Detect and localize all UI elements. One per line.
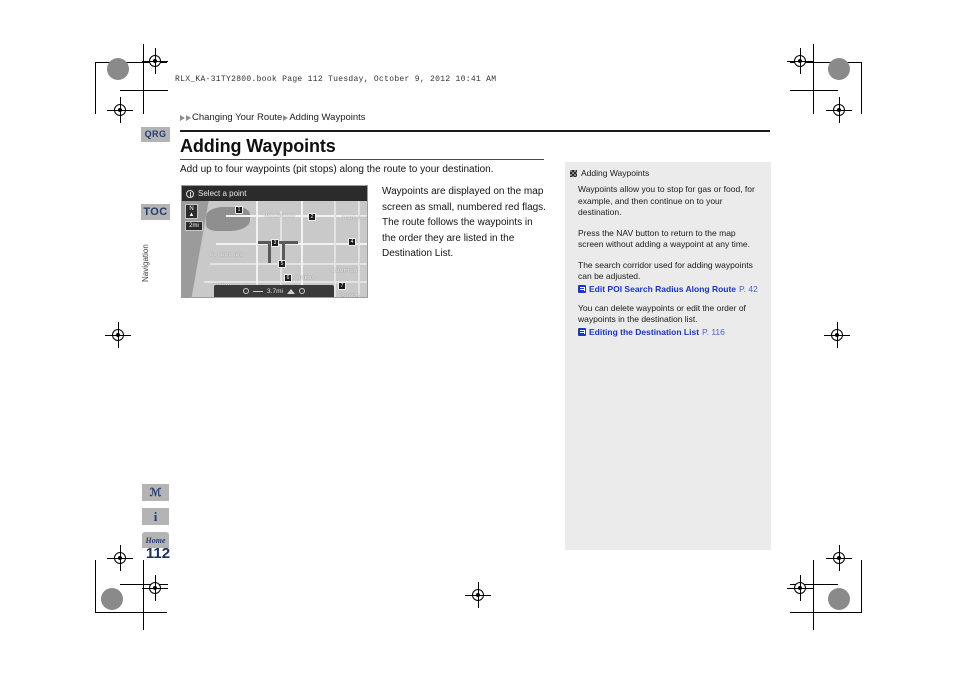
link-label[interactable]: Editing the Destination List: [589, 327, 699, 337]
map-label: INGLEWOOD: [264, 213, 296, 218]
link-page-ref[interactable]: P. 116: [702, 327, 725, 337]
destination-icon: [243, 288, 250, 294]
map-canvas: EL SEGUNDO HERMOSA BEACH COMPTON GARDENA…: [182, 201, 367, 297]
map-title-bar: Select a point: [182, 186, 367, 201]
side-note-paragraph: Press the NAV button to return to the ma…: [578, 227, 750, 250]
park-area: [206, 207, 250, 231]
registration-mark: [105, 322, 131, 348]
cross-reference-link-edit-poi-search-radius[interactable]: Edit POI Search Radius Along Route P. 42: [578, 284, 763, 294]
registration-dot: [828, 588, 850, 610]
crop-line: [120, 90, 168, 91]
road-vertical: [301, 201, 303, 297]
registration-dot: [828, 58, 850, 80]
sidebar-tab-toc[interactable]: TOC: [141, 204, 170, 220]
registration-mark: [826, 97, 852, 123]
side-note-heading: Adding Waypoints: [570, 168, 763, 178]
compass-icon[interactable]: N ▲: [185, 204, 198, 219]
crop-line: [861, 62, 862, 114]
registration-mark: [142, 575, 168, 601]
side-note-panel: Adding Waypoints Waypoints allow you to …: [565, 162, 771, 550]
title-rule-top: [180, 130, 770, 132]
breadcrumb: Changing Your Route Adding Waypoints: [180, 112, 367, 123]
registration-mark: [826, 545, 852, 571]
registration-dot: [101, 588, 123, 610]
crop-line: [813, 44, 814, 114]
remaining-distance: 3.7mi: [267, 287, 283, 295]
registration-mark: [824, 322, 850, 348]
map-label: CARSON: [338, 293, 360, 298]
sidebar-tab-qrg[interactable]: QRG: [141, 127, 170, 142]
breadcrumb-item-changing-your-route[interactable]: Changing Your Route: [192, 112, 282, 123]
registration-mark: [107, 545, 133, 571]
registration-mark: [787, 48, 813, 74]
title-rule-bottom: [180, 159, 544, 160]
crop-line: [861, 560, 862, 612]
map-title-label: Select a point: [198, 189, 247, 198]
crop-line: [95, 62, 96, 114]
clock-icon: [186, 189, 194, 198]
waypoint-marker[interactable]: 3: [271, 239, 279, 247]
crop-line: [790, 90, 838, 91]
map-label: TORRANCE: [342, 215, 368, 220]
registration-mark: [107, 97, 133, 123]
side-note-paragraph: The search corridor used for adding wayp…: [578, 259, 753, 282]
side-note-paragraph: You can delete waypoints or edit the ord…: [578, 302, 746, 325]
breadcrumb-item-adding-waypoints[interactable]: Adding Waypoints: [289, 112, 365, 123]
symbols-icon[interactable]: ℳ: [142, 484, 169, 501]
link-label[interactable]: Edit POI Search Radius Along Route: [589, 284, 736, 294]
waypoint-marker[interactable]: 1: [235, 206, 243, 214]
map-screenshot: Select a point EL SEGUNDO HERMOSA BEACH …: [181, 185, 368, 298]
link-page-ref[interactable]: P. 42: [739, 284, 758, 294]
waypoint-marker[interactable]: 5: [278, 260, 286, 268]
waypoint-marker[interactable]: 4: [348, 238, 356, 246]
jump-arrow-icon: [578, 284, 586, 293]
waypoint-marker[interactable]: 6: [284, 274, 292, 282]
manual-page: RLX_KA-31TY2800.book Page 112 Tuesday, O…: [0, 0, 954, 675]
registration-dot: [107, 58, 129, 80]
registration-mark: [142, 48, 168, 74]
breadcrumb-arrow-icon: [180, 114, 185, 121]
waypoint-marker[interactable]: 7: [338, 282, 346, 290]
crop-line: [95, 612, 167, 613]
cross-reference-link-editing-destination-list[interactable]: Editing the Destination List P. 116: [578, 327, 763, 337]
map-label: GARDENA: [290, 275, 316, 280]
waypoint-marker[interactable]: 2: [308, 213, 316, 221]
note-icon: [570, 169, 577, 177]
crop-line: [95, 560, 96, 612]
time-icon: [298, 288, 305, 294]
crop-line: [813, 560, 814, 630]
breadcrumb-arrow-icon: [186, 114, 191, 121]
intro-paragraph: Add up to four waypoints (pit stops) alo…: [180, 164, 494, 175]
page-number: 112: [145, 545, 171, 562]
breadcrumb-arrow-icon: [283, 114, 289, 121]
map-label: COMPTON: [332, 268, 358, 273]
side-note-paragraph: Waypoints allow you to stop for gas or f…: [578, 184, 755, 217]
registration-mark: [465, 582, 491, 608]
map-status-bar: 3.7mi: [214, 285, 334, 297]
side-note-heading-label: Adding Waypoints: [581, 168, 650, 178]
road-vertical: [334, 201, 336, 297]
divider: [253, 290, 264, 292]
sidebar-section-label-navigation: Navigation: [141, 244, 150, 282]
compass-needle-icon: ▲: [188, 211, 195, 218]
page-title: Adding Waypoints: [180, 136, 336, 156]
jump-arrow-icon: [578, 327, 586, 336]
crop-line: [790, 612, 862, 613]
figure-description: Waypoints are displayed on the map scree…: [382, 186, 546, 259]
route-arrow-icon: [286, 288, 295, 294]
road-horizontal: [210, 263, 367, 265]
map-scale-indicator[interactable]: 2mi: [185, 221, 203, 231]
map-label: EL SEGUNDO: [210, 252, 244, 257]
info-icon[interactable]: i: [142, 508, 169, 525]
registration-mark: [787, 575, 813, 601]
book-file-info: RLX_KA-31TY2800.book Page 112 Tuesday, O…: [175, 75, 497, 84]
